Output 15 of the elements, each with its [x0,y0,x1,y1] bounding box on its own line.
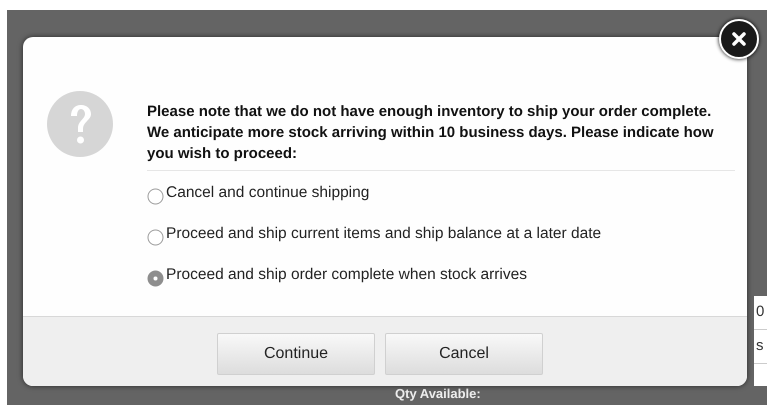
cancel-button[interactable]: Cancel [385,333,543,375]
message-text: Please note that we do not have enough inventory to ship your order complete. We anticipate more stock arriving within 10 business days. Please indicate how you wish to proceed: [147,101,735,171]
option-label: Proceed and ship current items and ship balance at a later date [166,224,602,244]
close-button[interactable] [719,19,759,59]
option-label: Proceed and ship order complete when stock arrives [166,265,527,286]
continue-button[interactable]: Continue [217,333,375,375]
radio-button[interactable] [147,188,164,204]
radio-button[interactable] [147,228,164,246]
table-cell: 0 [754,296,767,330]
table-cell: s [754,330,767,364]
field-label: Qty Available: [395,387,482,400]
question-icon [47,91,113,157]
option-label: Cancel and continue shipping [166,183,370,204]
close-icon [731,31,747,47]
radio-button[interactable] [147,270,164,286]
